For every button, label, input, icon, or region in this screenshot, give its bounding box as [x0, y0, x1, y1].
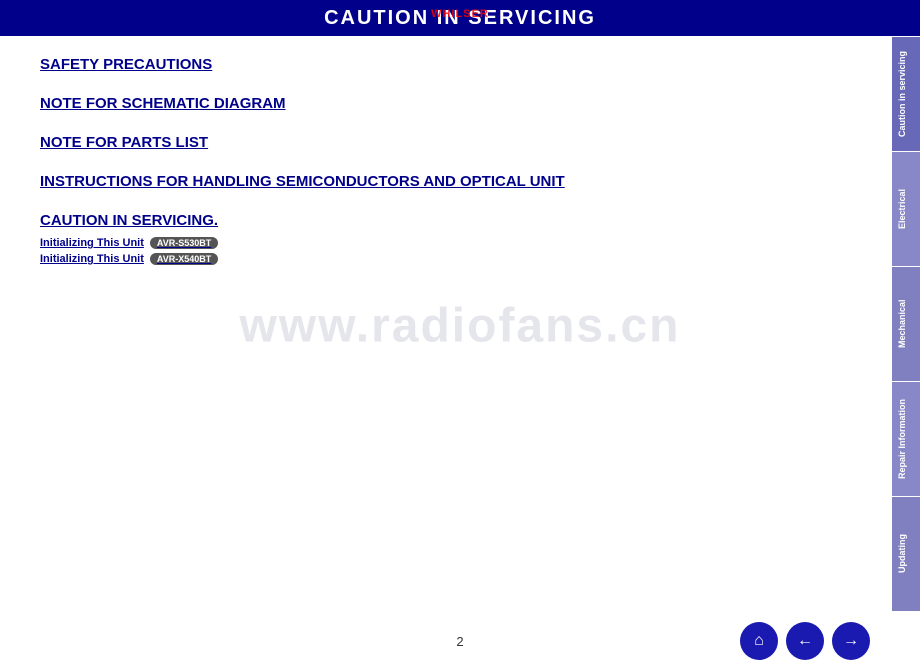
init-label-s530[interactable]: Initializing This Unit: [40, 237, 144, 249]
home-button[interactable]: ⌂: [740, 622, 778, 660]
main-content: SAFETY PRECAUTIONS NOTE FOR SCHEMATIC DI…: [0, 36, 892, 289]
forward-icon: →: [843, 632, 859, 650]
init-label-x540[interactable]: Initializing This Unit: [40, 253, 144, 265]
sidebar-tabs: Caution in servicing Electrical Mechanic…: [892, 36, 920, 611]
back-button[interactable]: ←: [786, 622, 824, 660]
sidebar-tab-updating[interactable]: Updating: [892, 496, 920, 611]
page-number: 2: [456, 634, 463, 649]
badge-s530[interactable]: AVR-S530BT: [150, 237, 218, 249]
sidebar-tab-caution[interactable]: Caution in servicing: [892, 36, 920, 151]
home-icon: ⌂: [754, 632, 764, 650]
link-schematic-diagram[interactable]: NOTE FOR SCHEMATIC DIAGRAM: [40, 95, 862, 112]
sidebar-tab-mechanical[interactable]: Mechanical: [892, 266, 920, 381]
sidebar-tab-repair[interactable]: Repair Information: [892, 381, 920, 496]
init-item-s530: Initializing This Unit AVR-S530BT: [40, 237, 862, 249]
footer-nav: ⌂ ← →: [740, 622, 870, 660]
badge-x540[interactable]: AVR-X540BT: [150, 253, 218, 265]
sidebar-tab-electrical[interactable]: Electrical: [892, 151, 920, 266]
watermark: www.radiofans.cn: [240, 298, 681, 353]
caution-heading: CAUTION IN SERVICING.: [40, 212, 862, 229]
forward-button[interactable]: →: [832, 622, 870, 660]
link-safety-precautions[interactable]: SAFETY PRECAUTIONS: [40, 56, 862, 73]
header: WHILSER CAUTION IN SERVICING: [0, 0, 920, 36]
header-watermark: WHILSER: [431, 8, 489, 20]
link-semiconductors[interactable]: INSTRUCTIONS FOR HANDLING SEMICONDUCTORS…: [40, 173, 862, 190]
link-parts-list[interactable]: NOTE FOR PARTS LIST: [40, 134, 862, 151]
back-icon: ←: [797, 632, 813, 650]
init-item-x540: Initializing This Unit AVR-X540BT: [40, 253, 862, 265]
